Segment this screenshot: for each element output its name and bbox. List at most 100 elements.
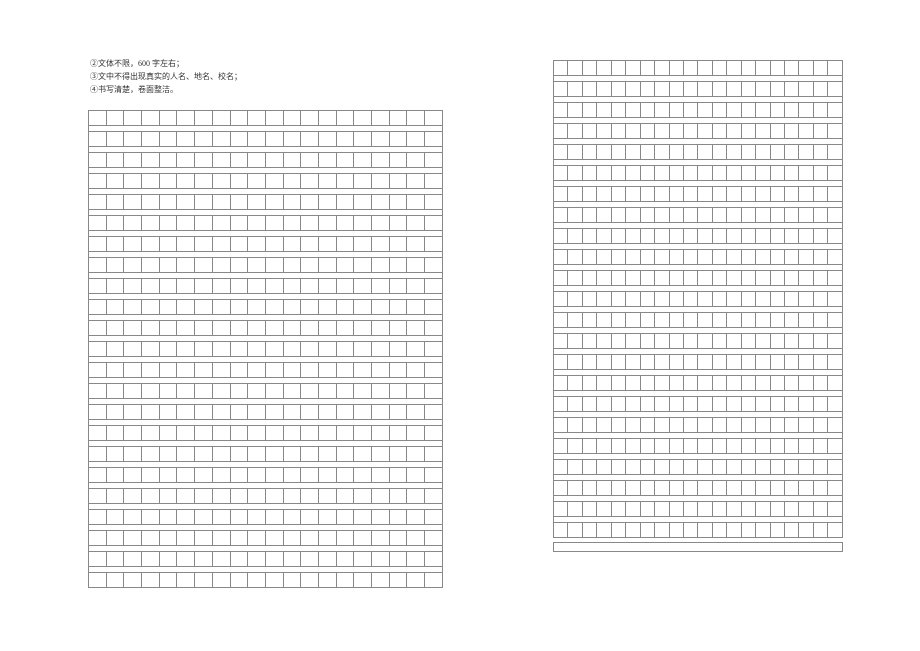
grid-row	[554, 250, 843, 265]
grid-cell	[785, 376, 799, 391]
grid-cell	[389, 510, 407, 525]
grid-cell	[741, 124, 755, 139]
grid-cell	[124, 468, 142, 483]
grid-cell	[248, 447, 266, 462]
grid-cell	[756, 124, 770, 139]
grid-cell	[318, 342, 336, 357]
grid-cell	[177, 216, 195, 231]
grid-cell	[248, 510, 266, 525]
grid-cell	[785, 418, 799, 433]
grid-cell	[640, 418, 654, 433]
grid-cell	[626, 376, 640, 391]
grid-cell	[372, 426, 390, 441]
instructions-block: ②文体不限，600 字左右； ③文中不得出现真实的人名、地名、校名； ④书写清楚…	[88, 58, 443, 96]
grid-cell	[230, 195, 248, 210]
grid-cell	[283, 237, 301, 252]
grid-cell	[568, 82, 582, 97]
grid-cell	[727, 292, 741, 307]
grid-cell	[301, 363, 319, 378]
grid-cell	[626, 502, 640, 517]
grid-cell	[372, 237, 390, 252]
grid-cell	[568, 397, 582, 412]
grid-cell	[106, 573, 124, 588]
grid-cell	[626, 397, 640, 412]
grid-cell	[683, 208, 697, 223]
grid-cell	[568, 292, 582, 307]
grid-cell	[799, 229, 813, 244]
grid-cell	[265, 384, 283, 399]
grid-cell	[626, 418, 640, 433]
grid-row	[89, 258, 443, 273]
grid-cell	[770, 250, 784, 265]
grid-cell	[142, 468, 160, 483]
grid-cell	[159, 510, 177, 525]
grid-cell	[354, 489, 372, 504]
grid-cell	[407, 174, 425, 189]
grid-cell	[389, 405, 407, 420]
grid-cell	[813, 397, 827, 412]
grid-cell	[640, 250, 654, 265]
grid-cell	[318, 195, 336, 210]
grid-cell	[425, 111, 443, 126]
grid-cell	[248, 279, 266, 294]
grid-cell	[195, 468, 213, 483]
grid-cell	[177, 153, 195, 168]
grid-cell	[195, 531, 213, 546]
grid-cell	[265, 216, 283, 231]
grid-cell	[389, 384, 407, 399]
grid-cell	[655, 166, 669, 181]
grid-cell	[212, 132, 230, 147]
grid-cell	[655, 439, 669, 454]
grid-cell	[283, 174, 301, 189]
grid-cell	[669, 397, 683, 412]
grid-cell	[655, 460, 669, 475]
grid-cell	[655, 208, 669, 223]
grid-cell	[785, 187, 799, 202]
grid-cell	[265, 111, 283, 126]
grid-cell	[336, 363, 354, 378]
grid-cell	[741, 82, 755, 97]
grid-cell	[626, 61, 640, 76]
grid-cell	[354, 132, 372, 147]
grid-cell	[655, 124, 669, 139]
grid-cell	[698, 439, 712, 454]
grid-cell	[582, 166, 596, 181]
grid-cell	[554, 145, 568, 160]
grid-cell	[611, 208, 625, 223]
grid-cell	[568, 145, 582, 160]
grid-cell	[318, 363, 336, 378]
grid-cell	[248, 174, 266, 189]
grid-cell	[582, 250, 596, 265]
grid-cell	[106, 216, 124, 231]
grid-cell	[336, 405, 354, 420]
grid-cell	[159, 489, 177, 504]
grid-cell	[124, 384, 142, 399]
grid-cell	[683, 82, 697, 97]
grid-cell	[354, 321, 372, 336]
grid-cell	[582, 502, 596, 517]
grid-cell	[828, 292, 843, 307]
grid-cell	[407, 321, 425, 336]
grid-row	[554, 355, 843, 370]
grid-cell	[336, 300, 354, 315]
grid-cell	[336, 132, 354, 147]
grid-cell	[799, 250, 813, 265]
grid-row	[554, 166, 843, 181]
grid-cell	[741, 208, 755, 223]
grid-cell	[597, 439, 611, 454]
grid-cell	[799, 355, 813, 370]
grid-cell	[230, 489, 248, 504]
grid-cell	[195, 132, 213, 147]
grid-cell	[195, 342, 213, 357]
grid-cell	[389, 237, 407, 252]
grid-cell	[248, 573, 266, 588]
grid-cell	[318, 174, 336, 189]
grid-cell	[283, 447, 301, 462]
grid-cell	[611, 523, 625, 538]
grid-row	[554, 418, 843, 433]
grid-cell	[425, 153, 443, 168]
grid-cell	[712, 166, 726, 181]
grid-cell	[828, 418, 843, 433]
grid-cell	[597, 460, 611, 475]
grid-cell	[124, 573, 142, 588]
